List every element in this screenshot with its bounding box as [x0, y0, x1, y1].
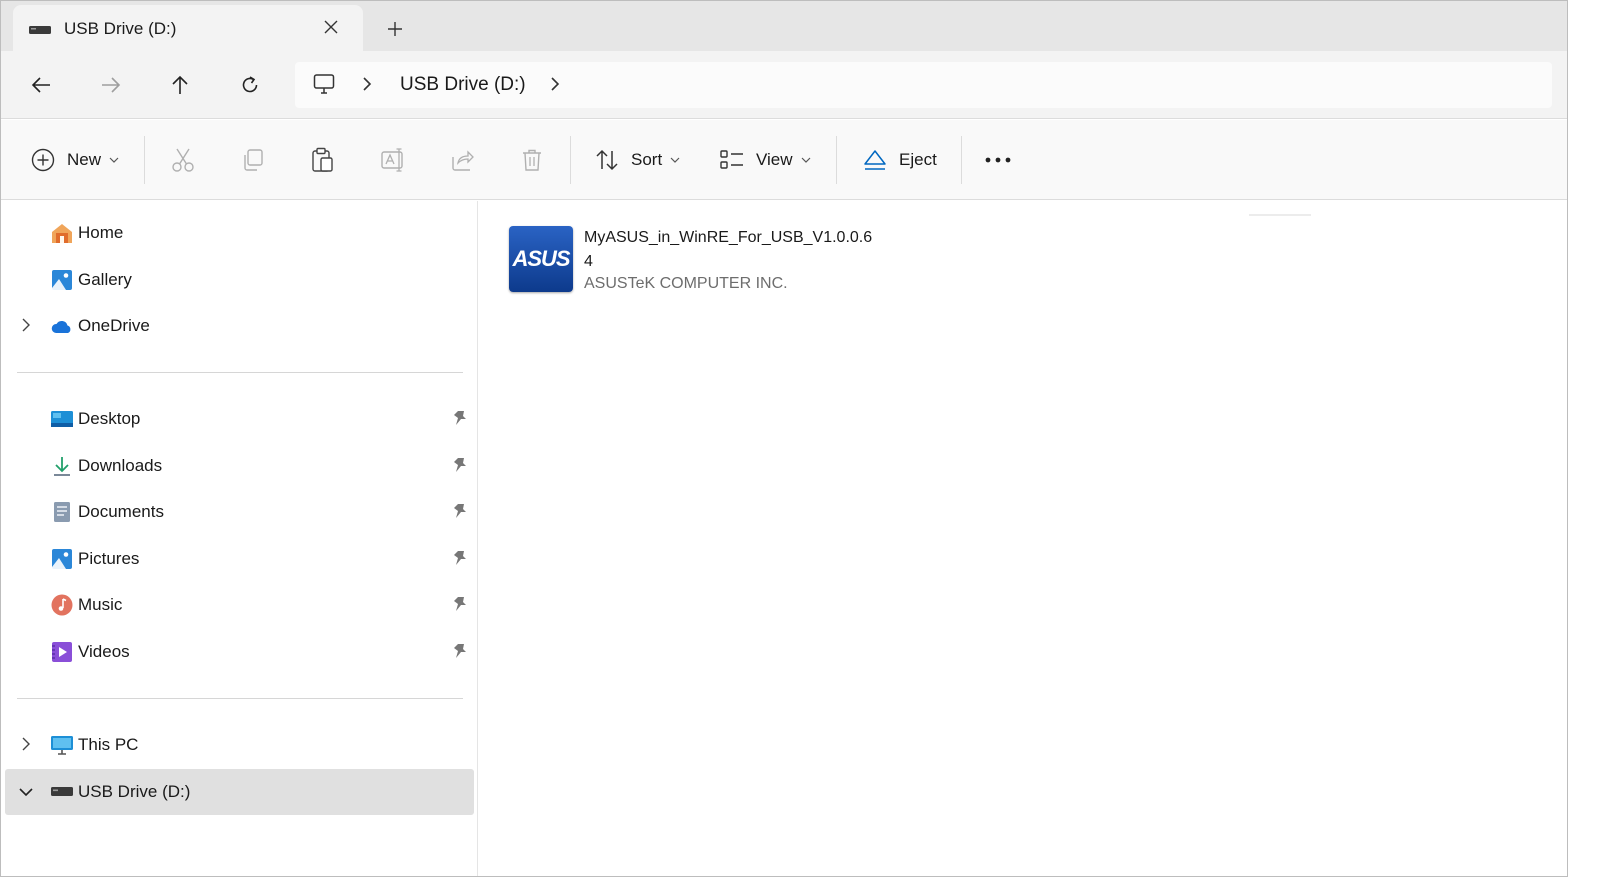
cut-icon[interactable]: [171, 142, 195, 178]
sidebar-item-videos[interactable]: Videos: [5, 629, 474, 675]
pin-icon[interactable]: [453, 643, 467, 659]
sidebar-divider: [17, 372, 463, 373]
sidebar-item-desktop[interactable]: Desktop: [5, 396, 474, 442]
sidebar-item-label: Home: [78, 223, 124, 242]
sidebar-item-gallery[interactable]: Gallery: [5, 257, 474, 303]
sidebar-item-music[interactable]: Music: [5, 582, 474, 628]
sidebar-item-label: Documents: [78, 502, 164, 521]
sidebar-item-label: Downloads: [78, 456, 163, 475]
toolbar-divider: [836, 136, 837, 184]
chevron-down-icon: [801, 157, 810, 163]
file-company: ASUSTeK COMPUTER INC.: [584, 275, 788, 292]
eject-button[interactable]: Eject: [863, 142, 937, 178]
usb-drive-icon: [29, 26, 51, 34]
sidebar-item-label: Pictures: [78, 549, 140, 568]
share-icon[interactable]: [451, 142, 475, 178]
sidebar-item-label: USB Drive (D:): [78, 782, 191, 801]
sort-button[interactable]: Sort: [595, 142, 680, 178]
refresh-icon[interactable]: [234, 69, 266, 101]
arrow-left-icon[interactable]: [25, 69, 57, 101]
file-name: MyASUS_in_WinRE_For_USB_V1.0.0.64: [584, 229, 873, 270]
chevron-down-icon[interactable]: [19, 787, 33, 797]
sidebar-divider: [17, 698, 463, 699]
music-icon: [51, 594, 73, 616]
chevron-down-icon: [670, 157, 680, 163]
gallery-icon: [52, 270, 72, 290]
breadcrumb-usb-drive[interactable]: USB Drive (D:): [400, 74, 526, 96]
arrow-up-icon[interactable]: [164, 69, 196, 101]
toolbar-divider: [961, 136, 962, 184]
more-icon[interactable]: [985, 142, 1011, 178]
sidebar-item-label: Music: [78, 595, 123, 614]
paste-icon[interactable]: [311, 142, 335, 178]
chevron-right-icon[interactable]: [21, 318, 31, 332]
sidebar-item-label: OneDrive: [78, 316, 150, 335]
pin-icon[interactable]: [453, 550, 467, 566]
view-button[interactable]: View: [720, 142, 811, 178]
arrow-right-icon[interactable]: [95, 69, 127, 101]
chevron-right-icon[interactable]: [21, 737, 31, 751]
sort-label: Sort: [631, 150, 663, 169]
pictures-icon: [52, 549, 72, 569]
sidebar-item-documents[interactable]: Documents: [5, 489, 474, 535]
sidebar-item-home[interactable]: Home: [5, 210, 474, 256]
sort-icon: [596, 149, 618, 171]
tab-usb-drive[interactable]: USB Drive (D:): [13, 5, 363, 51]
sidebar-item-label: Videos: [78, 642, 130, 661]
delete-icon[interactable]: [521, 142, 543, 178]
this-pc-icon[interactable]: [313, 73, 335, 95]
toolbar-divider: [570, 136, 571, 184]
navigation-bar: USB Drive (D:): [1, 51, 1567, 119]
sidebar-item-label: This PC: [78, 735, 139, 754]
navigation-pane: Home Gallery OneDrive Desktop Downloads: [1, 201, 478, 876]
file-explorer-window: USB Drive (D:) USB Drive (D:) New Sort V…: [0, 0, 1568, 877]
videos-icon: [52, 642, 72, 662]
file-list: ASUS MyASUS_in_WinRE_For_USB_V1.0.0.64 A…: [479, 201, 1567, 876]
desktop-icon: [51, 411, 73, 427]
chevron-down-icon: [109, 157, 119, 163]
sidebar-item-usb-drive[interactable]: USB Drive (D:): [5, 769, 474, 815]
command-bar: New Sort View Eject: [1, 120, 1567, 200]
address-bar[interactable]: USB Drive (D:): [295, 62, 1552, 108]
plus-icon[interactable]: [381, 15, 409, 43]
new-button[interactable]: New: [31, 142, 119, 178]
sidebar-item-this-pc[interactable]: This PC: [5, 722, 474, 768]
onedrive-icon: [51, 321, 71, 333]
asus-logo-text: ASUS: [512, 246, 570, 271]
view-icon: [720, 150, 743, 169]
chevron-right-icon[interactable]: [549, 76, 561, 92]
sidebar-item-pictures[interactable]: Pictures: [5, 536, 474, 582]
title-bar: USB Drive (D:): [1, 1, 1567, 51]
plus-circle-icon: [31, 148, 55, 172]
eject-icon: [864, 150, 886, 170]
sidebar-item-label: Gallery: [78, 270, 132, 289]
chevron-right-icon[interactable]: [361, 76, 373, 92]
pin-icon[interactable]: [453, 457, 467, 473]
downloads-icon: [54, 457, 70, 476]
sidebar-item-label: Desktop: [78, 409, 141, 428]
copy-icon[interactable]: [241, 142, 265, 178]
rename-icon[interactable]: [381, 142, 407, 178]
tab-title: USB Drive (D:): [64, 19, 177, 38]
column-divider: [1249, 214, 1311, 216]
pin-icon[interactable]: [453, 596, 467, 612]
home-icon: [52, 224, 72, 243]
sidebar-item-downloads[interactable]: Downloads: [5, 443, 474, 489]
file-item[interactable]: ASUS MyASUS_in_WinRE_For_USB_V1.0.0.64 A…: [509, 226, 872, 301]
pin-icon[interactable]: [453, 503, 467, 519]
eject-label: Eject: [899, 150, 937, 169]
close-icon[interactable]: [319, 15, 343, 39]
this-pc-icon: [51, 736, 73, 755]
usb-drive-icon: [51, 787, 73, 796]
asus-logo-icon: ASUS: [509, 226, 573, 292]
sidebar-item-onedrive[interactable]: OneDrive: [5, 303, 474, 349]
documents-icon: [54, 502, 70, 522]
toolbar-divider: [144, 136, 145, 184]
pin-icon[interactable]: [453, 410, 467, 426]
view-label: View: [756, 150, 793, 169]
new-label: New: [67, 150, 102, 169]
